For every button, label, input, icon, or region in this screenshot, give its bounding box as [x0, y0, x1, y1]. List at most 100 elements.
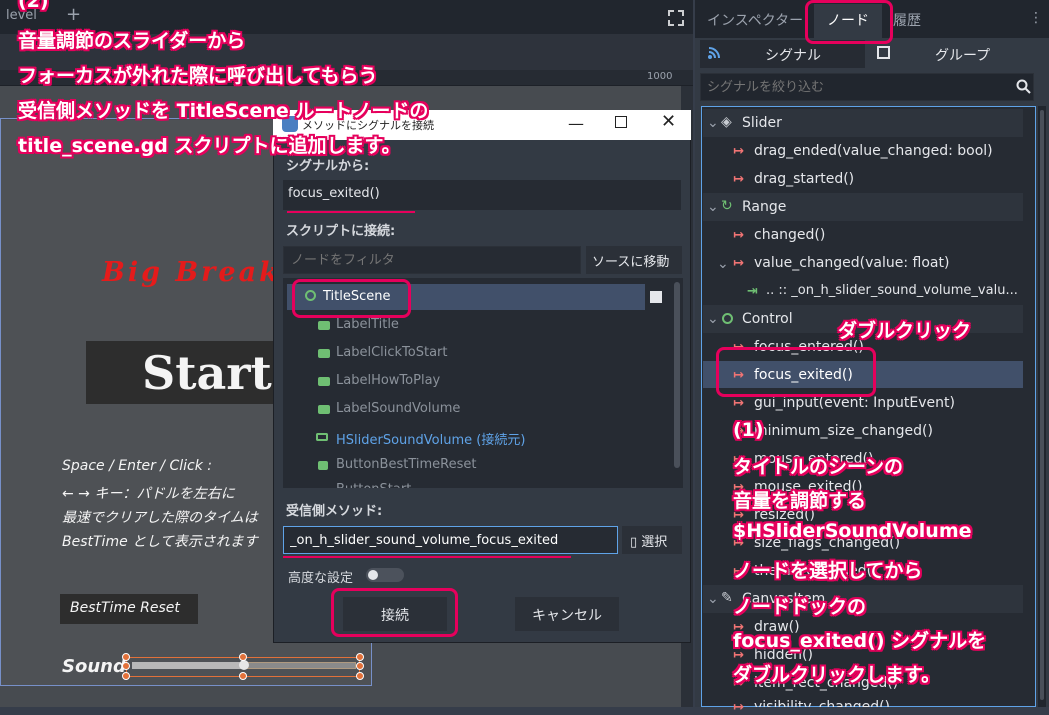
annotation-double-click: ダブルクリック [838, 320, 972, 342]
annotation-step1: (1) [733, 419, 764, 441]
label-node-icon [318, 405, 330, 414]
canvasitem-class-icon: ✎ [721, 590, 733, 606]
collapse-icon[interactable]: ⌄ [707, 199, 719, 215]
collapse-icon[interactable]: ⌄ [707, 115, 719, 131]
resize-handle[interactable] [122, 653, 130, 661]
best-time-reset-button[interactable]: BestTime Reset [60, 594, 198, 624]
tab-signals[interactable]: シグナル [765, 45, 821, 65]
underline-method [283, 556, 571, 558]
signal-item[interactable]: minimum_size_changed() [754, 423, 933, 439]
slider-fill [132, 662, 244, 669]
signal-icon [708, 47, 720, 59]
maximize-icon[interactable] [615, 116, 627, 128]
toggle-knob [368, 570, 378, 580]
slider-node-icon [316, 433, 328, 441]
annotation-step1: 音量を調節する [733, 490, 867, 512]
resize-handle[interactable] [356, 672, 364, 680]
label-node-icon [318, 349, 330, 358]
signal-filter-input[interactable] [700, 73, 1034, 101]
signal-icon: ↦ [733, 144, 744, 159]
howto-line: 最速でクリアした際のタイムは [62, 510, 258, 526]
annotation-step2: title_scene.gd スクリプトに追加します。 [18, 135, 401, 157]
resize-handle[interactable] [122, 672, 130, 680]
highlight-connect-button [331, 588, 458, 637]
resize-handle[interactable] [356, 653, 364, 661]
resize-handle[interactable] [122, 662, 130, 670]
resize-handle[interactable] [356, 662, 364, 670]
control-class-icon [722, 313, 733, 324]
signal-icon: ↦ [733, 700, 744, 715]
add-tab-button[interactable]: + [66, 4, 81, 25]
dock-scroll-thumb[interactable] [1040, 110, 1044, 700]
underline-signal [287, 211, 415, 213]
tree-item[interactable]: LabelTitle [336, 317, 399, 332]
start-text: Start [142, 346, 272, 400]
tree-item[interactable]: ButtonBestTimeReset [336, 457, 476, 472]
resize-handle[interactable] [239, 672, 247, 680]
range-class-icon: ↻ [721, 198, 733, 214]
howto-line: ← → キー：パドルを左右に [62, 486, 235, 502]
annotation-step1: $HSliderSoundVolume [733, 520, 972, 542]
annotation-step2: フォーカスが外れた際に呼び出してもらう [18, 65, 378, 87]
annotation-step1: focus_exited() シグナルを [733, 630, 987, 652]
signal-icon: ↦ [733, 396, 744, 411]
group-icon [877, 46, 890, 59]
tree-item[interactable]: LabelHowToPlay [336, 373, 440, 388]
signal-item[interactable]: gui_input(event: InputEvent) [754, 395, 955, 411]
minimize-icon[interactable]: — [568, 114, 584, 133]
connect-to-script-label: スクリプトに接続: [286, 224, 396, 239]
pick-icon: ▯ [630, 535, 642, 550]
annotation-step1: ノードを選択してから [733, 560, 923, 582]
signal-icon: ↦ [733, 256, 744, 271]
class-name: Slider [742, 115, 782, 131]
label-node-icon [318, 321, 330, 330]
tab-inspector[interactable]: インスペクター [707, 10, 803, 30]
tab-groups[interactable]: グループ [935, 45, 990, 65]
tree-item[interactable]: ButtonStart [336, 482, 411, 488]
slider-class-icon: ◈ [721, 114, 732, 130]
tree-item[interactable]: LabelClickToStart [336, 345, 448, 360]
highlight-node-tab [805, 0, 893, 44]
receiver-method-label: 受信側メソッド: [286, 504, 383, 519]
howto-line: Space / Enter / Click : [62, 458, 213, 474]
collapse-icon[interactable]: ⌄ [707, 311, 719, 327]
pick-label: 選択 [641, 535, 668, 550]
annotation-step2: (2) [18, 0, 49, 12]
sound-label: Sound [62, 656, 126, 677]
tree-scrollbar[interactable] [674, 282, 680, 468]
signal-value: focus_exited() [288, 186, 380, 201]
button-node-icon [318, 461, 328, 470]
tree-item-source[interactable]: HSliderSoundVolume (接続元) [336, 429, 525, 448]
class-name: Range [742, 199, 787, 215]
collapse-icon[interactable]: ⌄ [707, 591, 719, 607]
pick-method-button[interactable]: ▯ 選択 [622, 526, 682, 554]
signal-item[interactable]: visibility_changed() [754, 699, 890, 707]
dock-menu-icon[interactable]: ⋮ [1029, 10, 1043, 26]
receiver-method-input[interactable] [283, 526, 618, 554]
advanced-label: 高度な設定 [288, 571, 354, 586]
close-icon[interactable]: ✕ [661, 111, 676, 132]
cancel-button[interactable]: キャンセル [515, 597, 619, 631]
annotation-step1: タイトルのシーンの [733, 456, 904, 478]
signal-item[interactable]: drag_started() [754, 171, 854, 187]
connection-item[interactable]: .. :: _on_h_slider_sound_volume_valu... [766, 283, 1018, 298]
search-icon [1016, 79, 1031, 94]
annotation-step1: ダブルクリックします。 [733, 664, 941, 686]
signal-icon: ↦ [733, 172, 744, 187]
signal-item[interactable]: drag_ended(value_changed: bool) [754, 143, 993, 159]
slider-grabber[interactable] [239, 660, 249, 670]
script-icon[interactable] [650, 291, 662, 303]
collapse-icon[interactable]: ⌄ [717, 256, 729, 272]
signal-icon: ↦ [733, 228, 744, 243]
tab-history[interactable]: 履歴 [893, 10, 921, 30]
fullscreen-icon[interactable] [668, 10, 684, 26]
annotation-step1: ノードドックの [733, 596, 867, 618]
connection-icon: ⇥ [747, 284, 758, 299]
signal-item[interactable]: value_changed(value: float) [754, 255, 949, 271]
node-filter-input[interactable] [283, 246, 581, 274]
tree-item[interactable]: LabelSoundVolume [336, 401, 460, 416]
highlight-focus-exited [716, 347, 876, 397]
resize-handle[interactable] [239, 653, 247, 661]
goto-source-button[interactable]: ソースに移動 [586, 246, 682, 274]
signal-item[interactable]: changed() [754, 227, 825, 243]
